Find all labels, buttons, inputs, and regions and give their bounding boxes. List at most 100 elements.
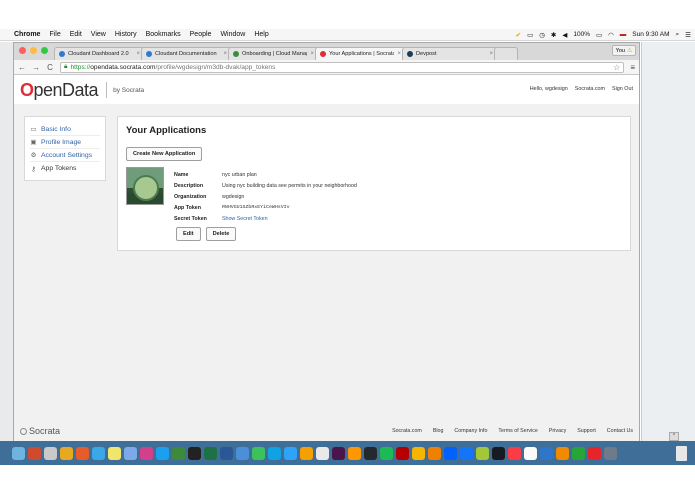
show-secret-token-link[interactable]: Show Secret Token	[222, 216, 268, 222]
zoom-window-button[interactable]	[41, 47, 48, 54]
chrome-icon[interactable]	[76, 446, 89, 460]
chrome-menu-icon[interactable]: ≡	[630, 63, 635, 72]
spotlight-icon[interactable]: ⌕	[676, 31, 680, 39]
bluetooth-icon[interactable]: ✱	[551, 31, 556, 39]
footer-link-company-info[interactable]: Company Info	[454, 428, 487, 434]
bookmark-star-icon[interactable]: ☆	[613, 63, 620, 72]
menu-chrome[interactable]: Chrome	[14, 31, 40, 38]
create-application-button[interactable]: Create New Application	[126, 147, 203, 161]
menu-help[interactable]: Help	[254, 31, 268, 38]
profile-button[interactable]: You ⚠	[612, 45, 636, 56]
footer-link-blog[interactable]: Blog	[433, 428, 444, 434]
menu-bookmarks[interactable]: Bookmarks	[146, 31, 181, 38]
firefox-icon[interactable]	[92, 446, 105, 460]
trash-icon[interactable]	[676, 445, 687, 461]
xcode-icon[interactable]	[460, 446, 473, 460]
scroll-stepper[interactable]: ⌃	[669, 432, 679, 441]
footer-link-contact[interactable]: Contact Us	[607, 428, 633, 434]
reminders-icon[interactable]	[524, 446, 537, 460]
launchpad-icon[interactable]	[28, 446, 41, 460]
footer-link-privacy[interactable]: Privacy	[549, 428, 566, 434]
downloads-icon[interactable]	[604, 446, 617, 460]
maps-icon[interactable]	[172, 446, 185, 460]
menubar-clock[interactable]: Sun 9:30 AM	[632, 31, 669, 38]
app-store-icon[interactable]	[156, 446, 169, 460]
github-icon[interactable]	[364, 446, 377, 460]
footer-link-support[interactable]: Support	[577, 428, 596, 434]
menu-view[interactable]: View	[91, 31, 106, 38]
slack-icon[interactable]	[332, 446, 345, 460]
back-arrow-icon[interactable]: ←	[18, 63, 26, 72]
browser-tab-active[interactable]: Your Applications | Socrata ×	[315, 47, 406, 60]
menu-people[interactable]: People	[190, 31, 212, 38]
itunes-icon[interactable]	[140, 446, 153, 460]
footer-logo[interactable]: Socrata	[20, 426, 60, 436]
menu-history[interactable]: History	[115, 31, 137, 38]
word-icon[interactable]	[220, 446, 233, 460]
battery-icon[interactable]: ▭	[596, 31, 602, 39]
calendar-icon[interactable]	[316, 446, 329, 460]
menu-window[interactable]: Window	[220, 31, 245, 38]
opendata-logo[interactable]: OpenData	[20, 80, 99, 101]
flag-icon[interactable]: ▬	[620, 31, 627, 38]
sidebar-item-profile-image[interactable]: ▣ Profile Image	[30, 136, 100, 149]
sidebar-item-app-tokens[interactable]: ⚷ App Tokens	[30, 162, 100, 175]
safari-icon[interactable]	[44, 446, 57, 460]
clock-icon[interactable]: ◷	[539, 31, 545, 39]
skype-icon[interactable]	[268, 446, 281, 460]
browser-tab[interactable]: Devpost ×	[402, 47, 498, 60]
notification-center-icon[interactable]: ☰	[685, 31, 691, 39]
photoshop-icon[interactable]	[284, 446, 297, 460]
dropbox-icon[interactable]	[444, 446, 457, 460]
excel-icon[interactable]	[204, 446, 217, 460]
filezilla-icon[interactable]	[396, 446, 409, 460]
reload-icon[interactable]: C	[46, 63, 54, 72]
numbers-icon[interactable]	[572, 446, 585, 460]
browser-tab[interactable]: Cloudant Dashboard 2.0 ×	[54, 47, 145, 60]
airplay-icon[interactable]: ▭	[527, 31, 533, 39]
vlc-icon[interactable]	[428, 446, 441, 460]
finder-icon[interactable]	[12, 446, 25, 460]
spotify-icon[interactable]	[380, 446, 393, 460]
battery-text[interactable]: 100%	[573, 31, 590, 38]
close-icon[interactable]: ×	[223, 51, 227, 57]
close-icon[interactable]: ×	[310, 51, 314, 57]
preview-icon[interactable]	[236, 446, 249, 460]
photos-icon[interactable]	[124, 446, 137, 460]
sublime-icon[interactable]	[348, 446, 361, 460]
browser-tab[interactable]: Onboarding | Cloud Manag ×	[228, 47, 319, 60]
edit-button[interactable]: Edit	[176, 227, 201, 241]
socrata-com-link[interactable]: Socrata.com	[575, 86, 605, 92]
footer-link-terms[interactable]: Terms of Service	[498, 428, 537, 434]
sketch-icon[interactable]	[412, 446, 425, 460]
keynote-icon[interactable]	[540, 446, 553, 460]
new-tab-button[interactable]	[494, 47, 518, 60]
delete-button[interactable]: Delete	[205, 227, 237, 241]
notes-icon[interactable]	[108, 446, 121, 460]
mail-icon[interactable]	[60, 446, 73, 460]
address-bar[interactable]: 🔒︎ https://opendata.socrata.com/profile/…	[60, 61, 625, 73]
menu-file[interactable]: File	[49, 31, 60, 38]
music-icon[interactable]	[508, 446, 521, 460]
wifi-icon[interactable]: ◠	[608, 31, 614, 39]
illustrator-icon[interactable]	[300, 446, 313, 460]
messages-icon[interactable]	[252, 446, 265, 460]
footer-link-socrata[interactable]: Socrata.com	[392, 428, 422, 434]
checkmark-icon[interactable]: ✔	[516, 31, 521, 39]
acrobat-icon[interactable]	[588, 446, 601, 460]
sign-out-link[interactable]: Sign Out	[612, 86, 633, 92]
close-icon[interactable]: ×	[489, 51, 493, 57]
close-icon[interactable]: ×	[397, 51, 401, 57]
menu-edit[interactable]: Edit	[70, 31, 82, 38]
terminal-icon[interactable]	[188, 446, 201, 460]
sidebar-item-account-settings[interactable]: ⚙ Account Settings	[30, 149, 100, 162]
forward-arrow-icon[interactable]: →	[32, 63, 40, 72]
close-icon[interactable]: ×	[136, 51, 140, 57]
android-icon[interactable]	[476, 446, 489, 460]
close-window-button[interactable]	[19, 47, 26, 54]
browser-tab[interactable]: Cloudant Documentation ×	[141, 47, 232, 60]
sidebar-item-basic-info[interactable]: ▭ Basic Info	[30, 123, 100, 136]
steam-icon[interactable]	[492, 446, 505, 460]
volume-icon[interactable]: ◀︎	[562, 31, 567, 39]
pages-icon[interactable]	[556, 446, 569, 460]
